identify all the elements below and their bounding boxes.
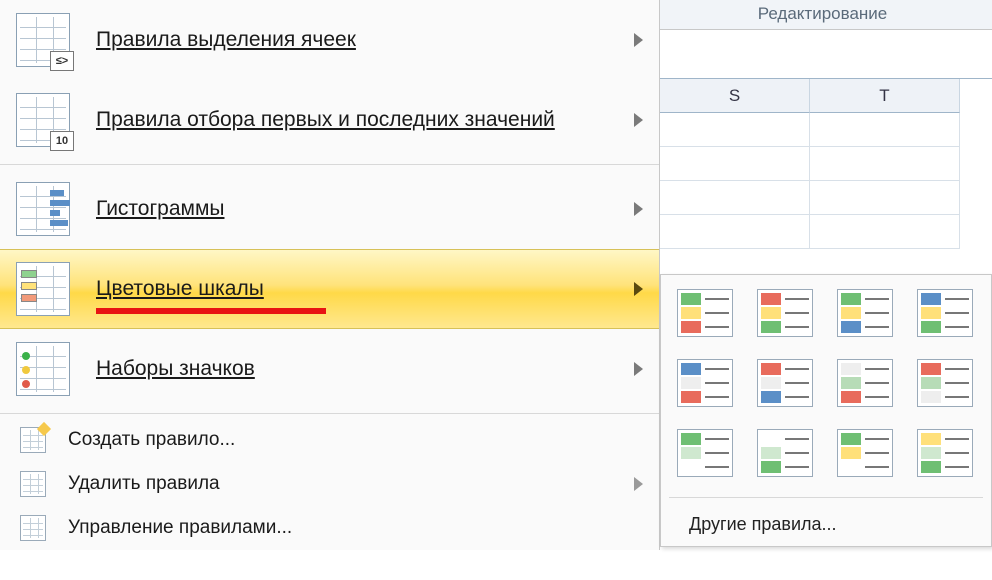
chevron-right-icon	[634, 113, 643, 127]
color-scale-swatch[interactable]	[677, 429, 733, 477]
new-rule-icon	[20, 427, 46, 453]
color-scale-swatch[interactable]	[917, 289, 973, 337]
cell[interactable]	[810, 113, 960, 147]
menu-item-highlight-cells-rules[interactable]: ≤> Правила выделения ячеек	[0, 0, 659, 80]
cell[interactable]	[660, 181, 810, 215]
icon-sets-icon	[16, 342, 70, 396]
menu-separator	[0, 413, 659, 414]
ribbon-group-editing: Редактирование	[652, 0, 992, 30]
cell[interactable]	[810, 215, 960, 249]
color-scale-swatch[interactable]	[837, 359, 893, 407]
menu-item-more-rules[interactable]: Другие правила...	[669, 502, 983, 546]
color-scale-swatch[interactable]	[757, 289, 813, 337]
menu-item-clear-rules[interactable]: Удалить правила	[0, 462, 659, 506]
data-bars-icon	[16, 182, 70, 236]
cell[interactable]	[660, 215, 810, 249]
color-scale-swatch[interactable]	[677, 289, 733, 337]
spreadsheet-grid: S T	[660, 78, 992, 249]
top-bottom-icon: 10	[16, 93, 70, 147]
cell[interactable]	[810, 181, 960, 215]
annotation-underline	[96, 308, 326, 314]
menu-item-top-bottom-rules[interactable]: 10 Правила отбора первых и последних зна…	[0, 80, 659, 160]
menu-item-label: Управление правилами...	[68, 517, 643, 539]
color-scale-swatch[interactable]	[757, 429, 813, 477]
chevron-right-icon	[634, 282, 643, 296]
column-header-t[interactable]: T	[810, 79, 960, 113]
color-scale-swatch[interactable]	[837, 289, 893, 337]
menu-separator	[669, 497, 983, 498]
color-scale-swatch[interactable]	[917, 359, 973, 407]
color-scale-swatch[interactable]	[917, 429, 973, 477]
menu-item-label: Правила отбора первых и последних значен…	[96, 108, 624, 132]
menu-item-label: Удалить правила	[68, 473, 624, 495]
highlight-cells-icon: ≤>	[16, 13, 70, 67]
chevron-right-icon	[634, 362, 643, 376]
color-scale-swatch[interactable]	[837, 429, 893, 477]
menu-item-manage-rules[interactable]: Управление правилами...	[0, 506, 659, 550]
menu-item-data-bars[interactable]: Гистограммы	[0, 169, 659, 249]
cell[interactable]	[660, 147, 810, 181]
cell[interactable]	[660, 113, 810, 147]
chevron-right-icon	[634, 33, 643, 47]
menu-item-color-scales[interactable]: Цветовые шкалы	[0, 249, 659, 329]
manage-rules-icon	[20, 515, 46, 541]
color-scale-swatch[interactable]	[677, 359, 733, 407]
menu-item-label: Создать правило...	[68, 429, 643, 451]
menu-separator	[0, 164, 659, 165]
color-scales-icon	[16, 262, 70, 316]
menu-item-label: Гистограммы	[96, 197, 624, 221]
chevron-right-icon	[634, 202, 643, 216]
column-header-s[interactable]: S	[660, 79, 810, 113]
color-scale-swatch[interactable]	[757, 359, 813, 407]
menu-item-new-rule[interactable]: Создать правило...	[0, 418, 659, 462]
cell[interactable]	[810, 147, 960, 181]
menu-item-label: Наборы значков	[96, 357, 624, 381]
color-scales-gallery: Другие правила...	[660, 274, 992, 547]
menu-item-label: Цветовые шкалы	[96, 277, 624, 301]
clear-rules-icon	[20, 471, 46, 497]
menu-item-label: Правила выделения ячеек	[96, 28, 624, 52]
conditional-formatting-menu: ≤> Правила выделения ячеек 10 Правила от…	[0, 0, 660, 550]
menu-item-icon-sets[interactable]: Наборы значков	[0, 329, 659, 409]
chevron-right-icon	[634, 477, 643, 491]
